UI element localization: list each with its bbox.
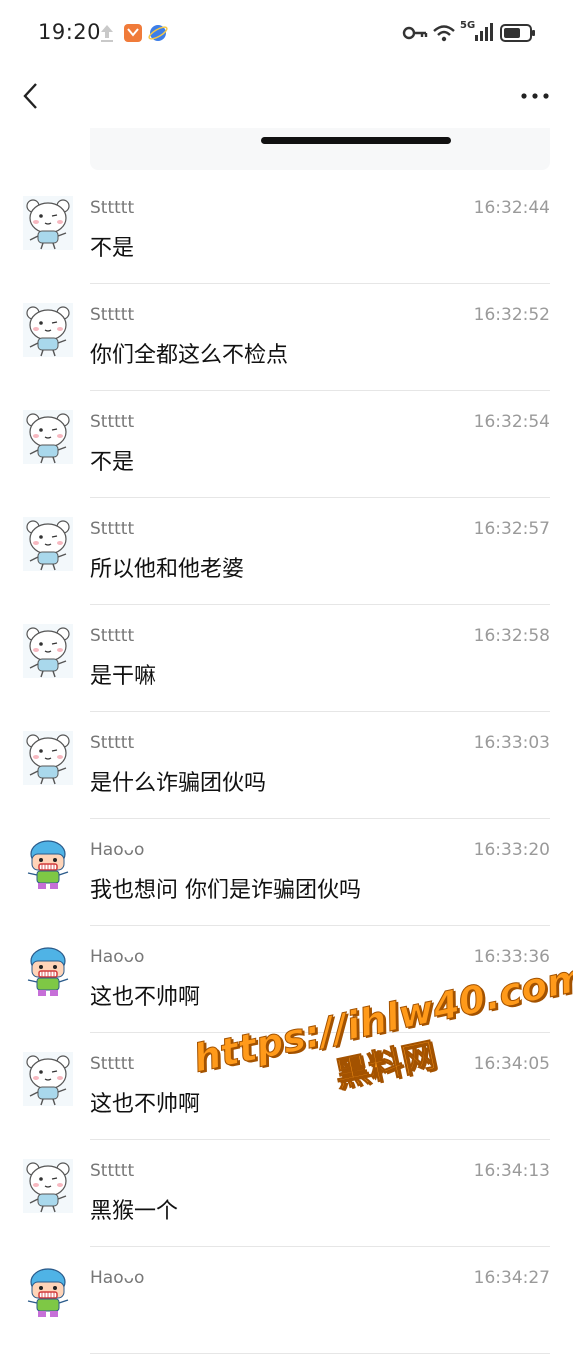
message-text: 不是 <box>90 450 135 475</box>
cartoon-avatar-icon[interactable] <box>23 945 73 999</box>
message-row[interactable]: Sttttt 16:32:44 不是 <box>0 177 573 284</box>
sender-name: Haoᴗo <box>90 947 145 967</box>
back-button[interactable] <box>14 78 46 114</box>
sender-name: Sttttt <box>90 519 135 539</box>
message-time: 16:32:54 <box>473 412 550 432</box>
message-row[interactable]: Sttttt 16:32:57 所以他和他老婆 <box>0 498 573 605</box>
vpn-key-icon <box>402 22 428 44</box>
navigation-bar <box>0 64 573 128</box>
browser-icon <box>147 22 169 44</box>
message-time: 16:34:27 <box>473 1268 550 1288</box>
message-row[interactable]: Sttttt 16:32:58 是干嘛 <box>0 605 573 712</box>
message-text: 是干嘛 <box>90 664 157 689</box>
message-row[interactable]: Sttttt 16:34:13 黑猴一个 <box>0 1140 573 1247</box>
message-time: 16:33:20 <box>473 840 550 860</box>
cartoon-avatar-icon[interactable] <box>23 1266 73 1320</box>
sender-name: Haoᴗo <box>90 1268 145 1288</box>
message-text: 你们全都这么不检点 <box>90 343 289 368</box>
bear-avatar-icon[interactable] <box>23 410 73 464</box>
sender-name: Sttttt <box>90 412 135 432</box>
sender-name: Sttttt <box>90 1054 135 1074</box>
more-dots-icon <box>521 93 549 99</box>
sender-name: Sttttt <box>90 733 135 753</box>
message-row[interactable]: Haoᴗo 16:33:20 我也想问 你们是诈骗团伙吗 <box>0 819 573 926</box>
message-text: 这也不帅啊 <box>90 1092 201 1117</box>
bear-avatar-icon[interactable] <box>23 517 73 571</box>
sender-name: Sttttt <box>90 1161 135 1181</box>
message-row[interactable]: Sttttt 16:33:03 是什么诈骗团伙吗 <box>0 712 573 819</box>
battery-icon <box>500 22 536 44</box>
sender-name: Sttttt <box>90 198 135 218</box>
top-card <box>90 128 550 170</box>
bear-avatar-icon[interactable] <box>23 1159 73 1213</box>
message-time: 16:32:52 <box>473 305 550 325</box>
bear-avatar-icon[interactable] <box>23 196 73 250</box>
message-text: 这也不帅啊 <box>90 985 201 1010</box>
message-list: Sttttt 16:32:44 不是 Sttttt 16:32:52 你们全都这… <box>0 177 573 1354</box>
bear-avatar-icon[interactable] <box>23 1052 73 1106</box>
message-text: 不是 <box>90 236 135 261</box>
app-notification-icon <box>122 22 144 44</box>
message-row[interactable]: Haoᴗo 16:34:27 <box>0 1247 573 1354</box>
bear-avatar-icon[interactable] <box>23 303 73 357</box>
message-text: 黑猴一个 <box>90 1199 179 1224</box>
bear-avatar-icon[interactable] <box>23 624 73 678</box>
message-text: 是什么诈骗团伙吗 <box>90 771 267 796</box>
cellular-signal-icon: 5G <box>460 20 494 44</box>
sender-name: Sttttt <box>90 626 135 646</box>
more-options-button[interactable] <box>517 82 553 110</box>
message-time: 16:32:44 <box>473 198 550 218</box>
sender-name: Haoᴗo <box>90 840 145 860</box>
wifi-icon <box>432 22 456 44</box>
sender-name: Sttttt <box>90 305 135 325</box>
drag-handle[interactable] <box>261 137 451 144</box>
message-time: 16:32:58 <box>473 626 550 646</box>
chevron-left-icon <box>23 83 37 109</box>
status-bar: 19:20 5G <box>0 0 573 64</box>
cartoon-avatar-icon[interactable] <box>23 838 73 892</box>
message-text: 所以他和他老婆 <box>90 557 245 582</box>
message-row[interactable]: Sttttt 16:32:54 不是 <box>0 391 573 498</box>
status-time: 19:20 <box>38 20 102 44</box>
message-time: 16:32:57 <box>473 519 550 539</box>
message-time: 16:33:03 <box>473 733 550 753</box>
message-text: 我也想问 你们是诈骗团伙吗 <box>90 878 361 903</box>
upload-icon <box>96 22 118 44</box>
message-row[interactable]: Sttttt 16:32:52 你们全都这么不检点 <box>0 284 573 391</box>
bear-avatar-icon[interactable] <box>23 731 73 785</box>
message-time: 16:34:13 <box>473 1161 550 1181</box>
